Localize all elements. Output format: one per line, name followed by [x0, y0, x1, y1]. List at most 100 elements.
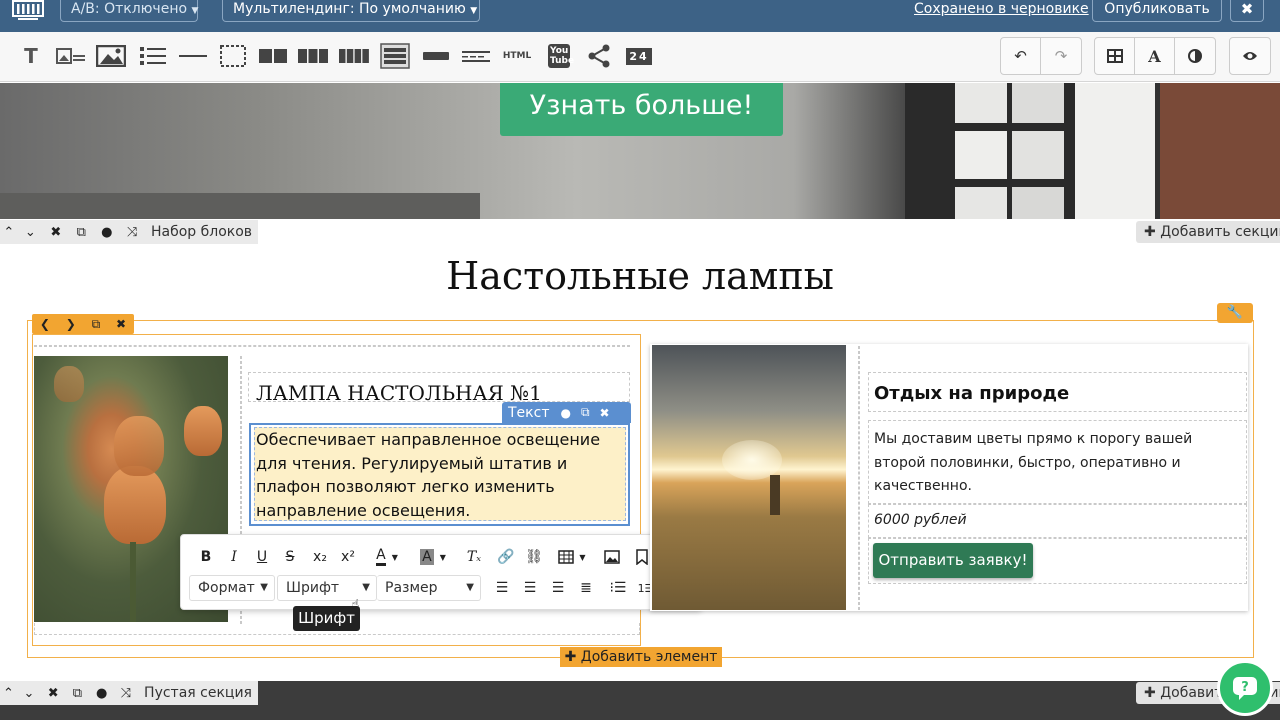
delete-section-icon[interactable]: ✖ — [41, 686, 65, 701]
size-dropdown[interactable]: Размер ▼ — [377, 575, 481, 601]
four-columns-tool-button[interactable] — [339, 42, 369, 70]
add-element-button[interactable]: ✚ Добавить элемент — [560, 647, 722, 667]
align-right-button[interactable]: ☰ — [545, 576, 571, 600]
subscript-icon: x₂ — [313, 549, 327, 565]
form-tool-button[interactable] — [380, 42, 410, 70]
chevron-right-icon[interactable]: ❯ — [66, 317, 76, 331]
two-columns-tool-button[interactable] — [258, 42, 288, 70]
section-controls: ⌃ ⌄ ✖ ⧉ ● ⤨ Набор блоков — [0, 220, 258, 244]
section-controls: ⌃ ⌄ ✖ ⧉ ● ⤨ Пустая секция — [0, 681, 258, 705]
copy-row-icon[interactable]: ⧉ — [92, 317, 101, 332]
close-icon[interactable]: ✖ — [600, 406, 610, 420]
color-drop-icon[interactable]: ● — [94, 225, 119, 240]
row-controls: ❮ ❯ ⧉ ✖ — [32, 314, 134, 334]
section-type-label[interactable]: Набор блоков — [145, 224, 258, 240]
background-color-button[interactable]: A ▼ — [413, 545, 453, 569]
monitor-logo-icon[interactable] — [10, 0, 46, 22]
help-chat-button[interactable]: ? — [1217, 660, 1273, 716]
font-dropdown[interactable]: Шрифт ▼ — [277, 575, 377, 601]
row-settings-button[interactable]: 🔧 — [1217, 303, 1253, 323]
counter-tool-button[interactable]: 24 — [624, 42, 654, 70]
chevron-down-icon: ▼ — [191, 6, 199, 16]
submit-request-button[interactable]: Отправить заявку! — [873, 543, 1033, 578]
html-icon: HTML — [502, 51, 532, 61]
close-editor-button[interactable]: ✖ — [1230, 0, 1264, 22]
undo-icon: ↶ — [1014, 47, 1027, 65]
link-button[interactable]: 🔗 — [493, 545, 519, 569]
image-icon — [96, 45, 126, 67]
product-description[interactable]: Обеспечивает направленное освещение для … — [256, 428, 616, 522]
empty-block-icon — [220, 45, 246, 67]
youtube-tool-button[interactable]: You Tube — [544, 42, 574, 70]
svg-text:?: ? — [1241, 680, 1249, 695]
dashed-guide — [858, 346, 860, 610]
format-dropdown[interactable]: Формат ▼ — [189, 575, 275, 601]
three-columns-tool-button[interactable] — [298, 42, 328, 70]
text-color-button[interactable]: A ▼ — [369, 545, 405, 569]
align-left-button[interactable]: ☰ — [489, 576, 515, 600]
empty-block-tool-button[interactable] — [218, 42, 248, 70]
section-type-label[interactable]: Пустая секция — [138, 685, 258, 701]
chevron-down-icon: ▼ — [470, 6, 478, 16]
clear-format-button[interactable]: Tₓ — [461, 545, 487, 569]
text-block-tag: Текст ● ⧉ ✖ — [502, 402, 631, 423]
align-center-button[interactable]: ☰ — [517, 576, 543, 600]
spacer-tool-button[interactable] — [461, 42, 491, 70]
multilanding-dropdown[interactable]: Мультилендинг: По умолчанию ▼ — [222, 0, 480, 22]
section-title[interactable]: Настольные лампы — [0, 254, 1280, 298]
table-button[interactable]: ▼ — [553, 545, 591, 569]
insert-image-button[interactable] — [599, 545, 625, 569]
offer-description[interactable]: Мы доставим цветы прямо к порогу вашей в… — [874, 428, 1234, 499]
delete-section-icon[interactable]: ✖ — [43, 225, 68, 240]
italic-button[interactable]: I — [221, 545, 247, 569]
divider-tool-button[interactable] — [178, 42, 208, 70]
underline-button[interactable]: U — [249, 545, 275, 569]
strikethrough-button[interactable]: S — [277, 545, 303, 569]
color-drop-icon[interactable]: ● — [90, 686, 114, 701]
bullet-list-button[interactable]: ⁝☰ — [605, 576, 631, 600]
sunset-field-image[interactable] — [652, 345, 846, 610]
share-tool-button[interactable] — [584, 42, 614, 70]
undo-button[interactable]: ↶ — [1001, 38, 1041, 74]
shuffle-icon[interactable]: ⤨ — [114, 686, 138, 701]
copy-icon[interactable]: ⧉ — [581, 405, 590, 420]
saved-draft-link[interactable]: Сохранено в черновике — [914, 0, 1089, 18]
arrow-down-icon[interactable]: ⌄ — [18, 225, 43, 240]
html-tool-button[interactable]: HTML — [500, 42, 534, 70]
subscript-button[interactable]: x₂ — [307, 545, 333, 569]
redo-button[interactable]: ↷ — [1041, 38, 1081, 74]
shuffle-icon[interactable]: ⤨ — [120, 225, 145, 240]
publish-button[interactable]: Опубликовать — [1092, 0, 1222, 22]
copy-section-icon[interactable]: ⧉ — [65, 686, 89, 701]
divider-icon — [179, 55, 207, 57]
font-settings-button[interactable]: A — [1135, 38, 1175, 74]
superscript-button[interactable]: x² — [335, 545, 361, 569]
image-text-tool-button[interactable] — [56, 42, 86, 70]
arrow-up-icon[interactable]: ⌃ — [0, 686, 17, 701]
arrow-down-icon[interactable]: ⌄ — [17, 686, 41, 701]
align-justify-button[interactable]: ≣ — [573, 576, 599, 600]
chevron-down-icon: ▼ — [466, 582, 474, 593]
arrow-up-icon[interactable]: ⌃ — [0, 225, 18, 240]
learn-more-button[interactable]: Узнать больше! — [500, 83, 783, 136]
text-tool-button[interactable]: T — [16, 42, 46, 70]
color-drop-icon[interactable]: ● — [560, 406, 570, 420]
layout-button[interactable] — [1095, 38, 1135, 74]
table-icon — [558, 550, 575, 564]
delete-row-icon[interactable]: ✖ — [116, 317, 126, 331]
image-tool-button[interactable] — [96, 42, 126, 70]
button-tool-button[interactable] — [421, 42, 451, 70]
list-tool-button[interactable] — [138, 42, 168, 70]
offer-title[interactable]: Отдых на природе — [874, 383, 1069, 404]
preview-button[interactable] — [1230, 38, 1270, 74]
copy-section-icon[interactable]: ⧉ — [69, 225, 94, 240]
chevron-left-icon[interactable]: ❮ — [40, 317, 50, 331]
product-title[interactable]: ЛАМПА НАСТОЛЬНАЯ №1 — [256, 381, 542, 405]
contrast-button[interactable] — [1175, 38, 1215, 74]
offer-price[interactable]: 6000 рублей — [874, 512, 967, 528]
ab-test-dropdown[interactable]: А/В: Отключено ▼ — [60, 0, 198, 22]
add-section-button[interactable]: ✚ Добавить секцию — [1136, 221, 1280, 243]
unlink-button[interactable]: ⛓ — [521, 545, 547, 569]
bold-button[interactable]: B — [193, 545, 219, 569]
wrench-icon: 🔧 — [1226, 305, 1244, 320]
